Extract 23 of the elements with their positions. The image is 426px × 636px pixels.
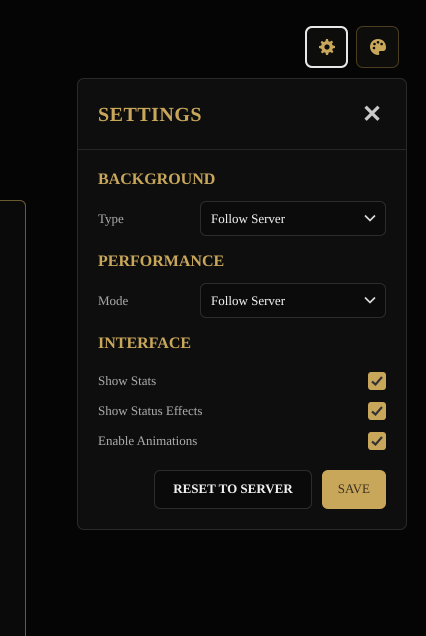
section-heading: BACKGROUND — [98, 170, 216, 190]
palette-icon — [368, 38, 386, 56]
checkbox[interactable] — [368, 432, 386, 450]
section-heading: PERFORMANCE — [98, 252, 226, 272]
dropdown[interactable]: Follow Server — [200, 201, 386, 236]
panel-title: SETTINGS — [98, 105, 202, 125]
chevron-down-icon — [364, 214, 376, 222]
field-label: Type — [98, 210, 125, 228]
close-button[interactable]: ✕ — [358, 103, 386, 127]
save-button[interactable]: SAVE — [322, 470, 386, 509]
checkbox[interactable] — [368, 372, 386, 390]
option-label: Show Status Effects — [98, 402, 202, 420]
option-label: Show Stats — [98, 372, 156, 390]
checkbox[interactable] — [368, 402, 386, 420]
dropdown[interactable]: Follow Server — [200, 283, 386, 318]
section-heading: INTERFACE — [98, 334, 192, 354]
option-label: Enable Animations — [98, 432, 198, 450]
theme-button[interactable] — [356, 26, 399, 68]
chevron-down-icon — [364, 296, 376, 304]
reset-button[interactable]: RESET TO SERVER — [154, 470, 312, 509]
settings-button[interactable] — [305, 26, 348, 68]
settings-icon — [318, 39, 334, 55]
field-label: Mode — [98, 292, 130, 310]
